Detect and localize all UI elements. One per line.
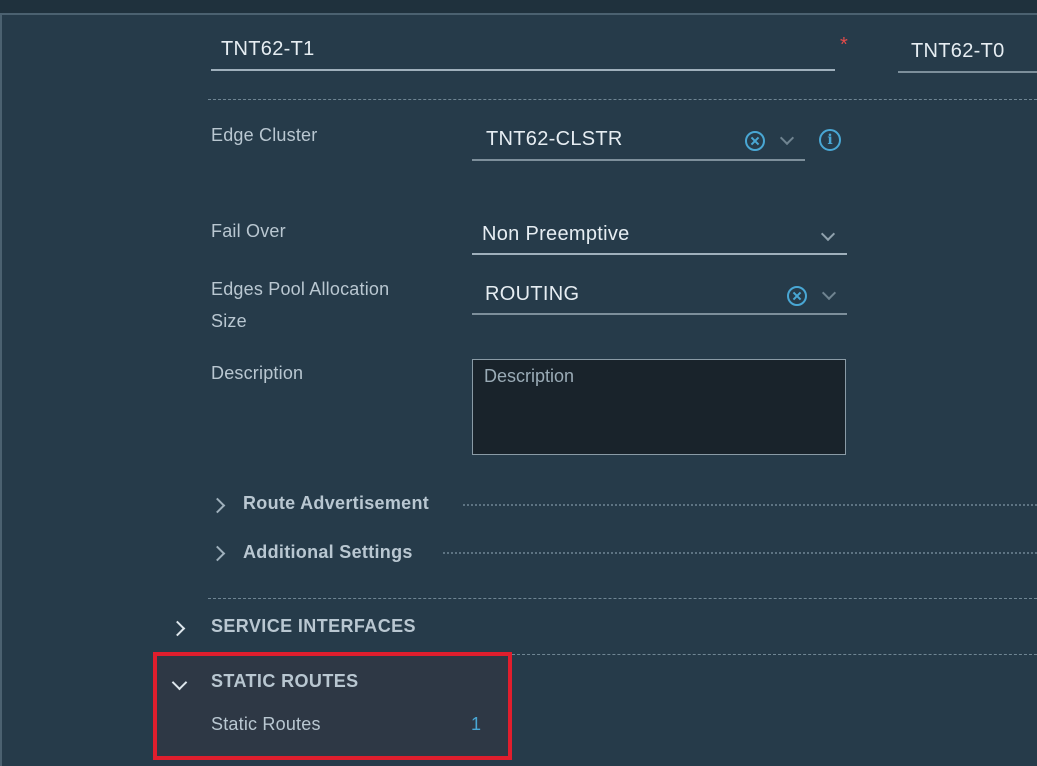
chevron-right-icon[interactable]: [169, 620, 186, 637]
clear-icon[interactable]: [745, 131, 765, 151]
clear-icon[interactable]: [787, 286, 807, 306]
static-routes-highlight: [153, 652, 512, 760]
additional-settings-toggle[interactable]: Additional Settings: [243, 542, 413, 563]
divider: [512, 654, 1037, 655]
service-interfaces-section[interactable]: SERVICE INTERFACES: [211, 616, 416, 637]
required-marker: *: [840, 34, 848, 56]
fail-over-label: Fail Over: [211, 221, 286, 241]
chevron-down-icon[interactable]: [821, 285, 837, 301]
info-icon[interactable]: i: [819, 129, 841, 151]
linked-gateway-select[interactable]: TNT62-T0: [911, 40, 1005, 63]
edge-cluster-underline: [472, 159, 805, 161]
dotted-divider: [463, 504, 1037, 506]
static-routes-section[interactable]: STATIC ROUTES: [211, 671, 359, 692]
chevron-down-icon[interactable]: [820, 226, 836, 242]
name-input[interactable]: TNT62-T1: [221, 38, 315, 61]
divider: [208, 598, 1037, 599]
linked-gateway-underline: [898, 71, 1037, 73]
static-routes-count-link[interactable]: 1: [471, 714, 481, 735]
edges-pool-label-line1: Edges Pool Allocation: [211, 279, 390, 299]
edges-pool-label-line2: Size: [211, 311, 247, 331]
chevron-right-icon[interactable]: [209, 545, 226, 562]
edges-pool-select[interactable]: ROUTING: [485, 283, 579, 306]
fail-over-select[interactable]: Non Preemptive: [482, 223, 630, 246]
description-label: Description: [211, 363, 304, 383]
route-advertisement-toggle[interactable]: Route Advertisement: [243, 493, 429, 514]
name-input-underline: [211, 69, 835, 71]
edge-cluster-label: Edge Cluster: [211, 125, 318, 145]
dotted-divider: [443, 552, 1037, 554]
chevron-right-icon[interactable]: [209, 497, 226, 514]
description-input[interactable]: [472, 359, 846, 455]
chevron-down-icon[interactable]: [779, 130, 795, 146]
fail-over-underline: [472, 253, 847, 255]
left-border: [0, 13, 2, 766]
static-routes-label: Static Routes: [211, 714, 321, 734]
divider: [208, 99, 1037, 100]
edges-pool-underline: [472, 313, 847, 315]
edge-cluster-select[interactable]: TNT62-CLSTR: [486, 128, 623, 151]
top-bar: [0, 0, 1037, 15]
